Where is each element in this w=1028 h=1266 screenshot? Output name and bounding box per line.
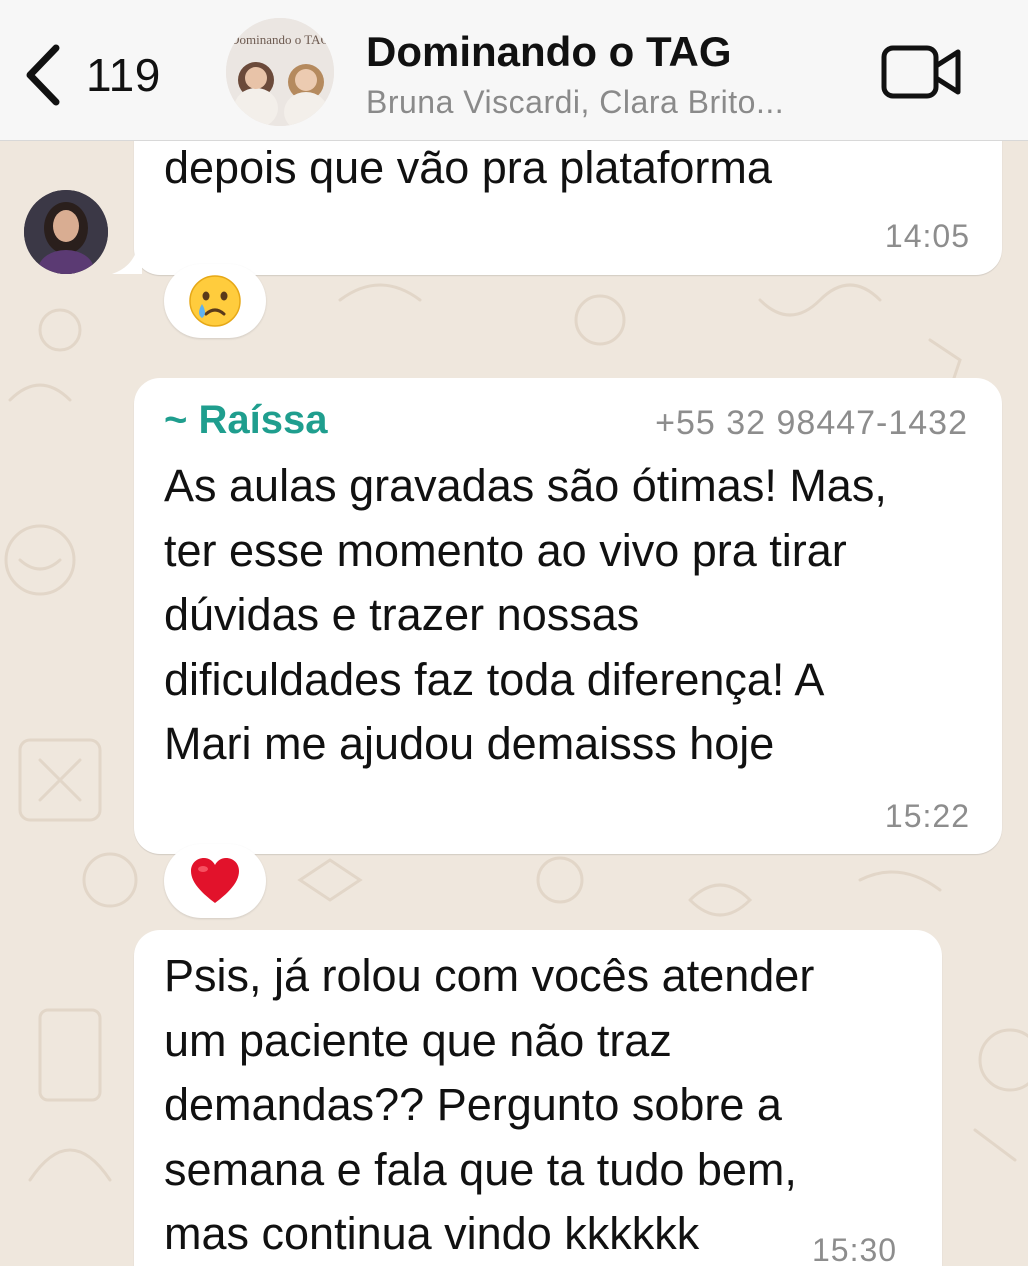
message-line: Mari me ajudou demaisss hoje (164, 718, 775, 769)
bubble-tail (112, 252, 142, 274)
unread-count: 119 (86, 49, 161, 101)
message-time: 15:30 (812, 1232, 898, 1266)
message-bubble[interactable]: depois que vão pra plataforma 14:05 (134, 130, 1002, 275)
group-participants[interactable]: Bruna Viscardi, Clara Brito... (366, 84, 784, 121)
video-call-button[interactable] (880, 40, 964, 104)
message-time: 14:05 (884, 218, 970, 254)
message-time: 15:22 (884, 798, 970, 834)
message-text: depois que vão pra plataforma (164, 142, 772, 193)
message-line: um paciente que não traz (164, 1015, 672, 1066)
message-line: dificuldades faz toda diferença! A (164, 654, 825, 705)
sender-avatar[interactable] (24, 190, 108, 274)
message-line: mas continua vindo kkkkkk (164, 1208, 700, 1259)
message-line: As aulas gravadas são ótimas! Mas, (164, 460, 887, 511)
red-heart-emoji-icon (191, 858, 239, 903)
message-bubble[interactable]: Psis, já rolou com vocês atender um paci… (134, 930, 942, 1266)
message-reaction[interactable] (164, 844, 266, 918)
chat-header: 119 Dominando o TAG Dominando o TAG Brun… (0, 0, 1028, 141)
group-avatar[interactable]: Dominando o TAG (226, 18, 334, 126)
message-line: ter esse momento ao vivo pra tirar (164, 525, 847, 576)
message-line: dúvidas e trazer nossas (164, 589, 640, 640)
message-line: Psis, já rolou com vocês atender (164, 950, 815, 1001)
back-button[interactable]: 119 (22, 40, 172, 110)
video-camera-icon (881, 45, 961, 99)
crying-face-emoji-icon (189, 275, 241, 327)
message-bubble[interactable]: ~ Raíssa +55 32 98447-1432 As aulas grav… (134, 378, 1002, 854)
sender-phone[interactable]: +55 32 98447-1432 (655, 404, 968, 443)
message-line: demandas?? Pergunto sobre a (164, 1079, 782, 1130)
sender-name[interactable]: ~ Raíssa (164, 398, 327, 443)
group-title[interactable]: Dominando o TAG (366, 28, 732, 76)
message-line: semana e fala que ta tudo bem, (164, 1144, 797, 1195)
chevron-left-icon (26, 44, 60, 106)
message-reaction[interactable] (164, 264, 266, 338)
group-avatar-text: Dominando o TAG (230, 32, 330, 47)
